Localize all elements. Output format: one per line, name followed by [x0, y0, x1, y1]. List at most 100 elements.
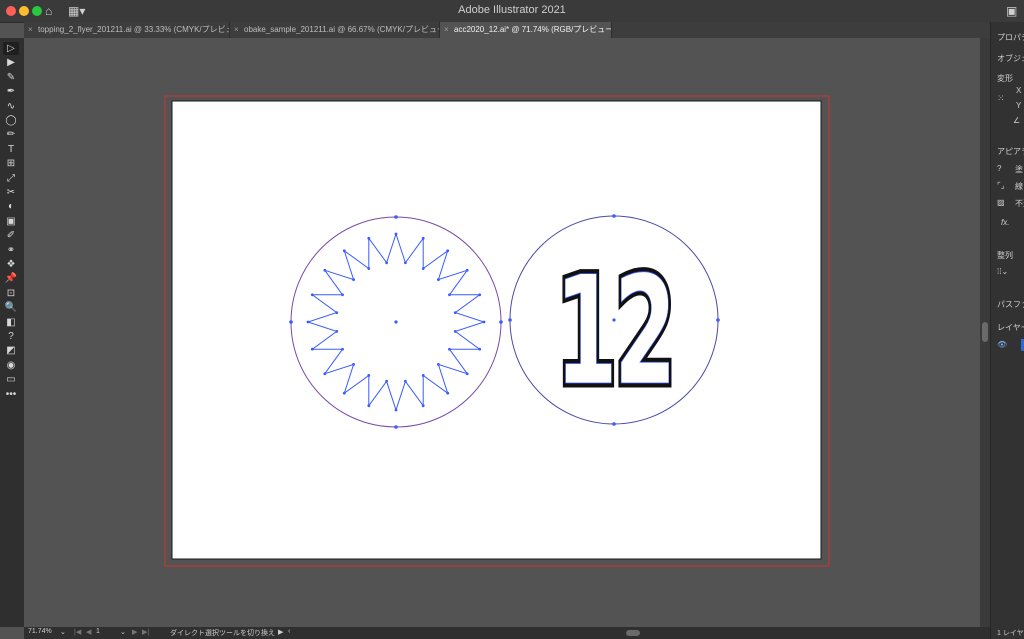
- anchor-point: [394, 232, 398, 236]
- magic-wand-tool[interactable]: ✎: [3, 71, 19, 84]
- opacity-icon[interactable]: ▨: [997, 198, 1005, 207]
- type-tool[interactable]: T: [3, 143, 19, 156]
- zoom-tool[interactable]: 🔍: [3, 301, 19, 314]
- anchor-point: [482, 320, 486, 324]
- blend-tool[interactable]: ⚭: [3, 244, 19, 257]
- draw-mode[interactable]: ◉: [3, 359, 19, 372]
- arrange-documents-icon[interactable]: ▣: [1006, 4, 1017, 18]
- reference-point-icon[interactable]: ⁙: [997, 93, 1005, 104]
- anchor-point: [394, 215, 398, 219]
- vertical-scroll-thumb[interactable]: [982, 322, 988, 342]
- anchor-point: [421, 374, 425, 377]
- status-scroll-left-icon[interactable]: ‹: [288, 628, 290, 635]
- layer-visibility-eye-icon[interactable]: 👁: [997, 340, 1007, 349]
- anchor-point: [323, 268, 327, 272]
- anchor-point: [335, 329, 339, 333]
- next-artboard-icon[interactable]: ▶: [132, 628, 137, 636]
- transform-label: 変形: [997, 74, 1013, 83]
- more-tools[interactable]: •••: [3, 388, 19, 401]
- tab-obake-sample[interactable]: × obake_sample_201211.ai @ 66.67% (CMYK/…: [230, 22, 440, 38]
- anchor-point: [403, 379, 407, 383]
- anchor-point: [342, 391, 346, 395]
- pathfinder-label: パスファ: [997, 300, 1024, 309]
- question-tool[interactable]: ?: [3, 330, 19, 343]
- anchor-point: [465, 268, 469, 272]
- first-artboard-icon[interactable]: |◀: [74, 628, 81, 636]
- anchor-point: [367, 267, 371, 270]
- symbol-sprayer-tool[interactable]: ❖: [3, 258, 19, 271]
- panel-header[interactable]: プロパティ: [997, 32, 1024, 43]
- app-title: Adobe Illustrator 2021: [458, 4, 566, 16]
- pin-tool[interactable]: 📌: [3, 272, 19, 285]
- opacity-label: 不透: [1015, 199, 1024, 208]
- tab-label: topping_2_flyer_201211.ai @ 33.33% (CMYK…: [38, 25, 230, 34]
- anchor-point: [310, 293, 314, 297]
- question-icon[interactable]: ?: [997, 164, 1001, 173]
- layer-count: 1 レイヤ: [997, 630, 1024, 637]
- artboard-tool[interactable]: ⊡: [3, 287, 19, 300]
- anchor-point: [716, 318, 720, 322]
- status-menu-icon[interactable]: ▶: [278, 628, 283, 636]
- anchor-point: [421, 236, 425, 240]
- anchor-point: [446, 249, 450, 253]
- anchor-point: [465, 372, 469, 376]
- zoom-dropdown-icon[interactable]: ⌄: [60, 628, 66, 636]
- title-bar: ⌂ ▦▾ Adobe Illustrator 2021 ▣: [0, 0, 1024, 23]
- tab-label: acc2020_12.ai* @ 71.74% (RGB/プレビュー): [454, 25, 612, 34]
- anchor-point: [367, 236, 371, 240]
- stroke-label: 線: [1015, 182, 1023, 191]
- anchor-point: [306, 320, 310, 324]
- tab-topping-flyer[interactable]: × topping_2_flyer_201211.ai @ 33.33% (CM…: [24, 22, 230, 38]
- tab-label: obake_sample_201211.ai @ 66.67% (CMYK/プレ…: [244, 25, 440, 34]
- selection-tool[interactable]: ▷: [3, 42, 19, 55]
- stroke-swatch-icon[interactable]: ⌜⌟: [997, 181, 1005, 190]
- paintbrush-tool[interactable]: ✏: [3, 128, 19, 141]
- shape-builder-tool[interactable]: ◐: [3, 200, 19, 213]
- scissors-tool[interactable]: ✂: [3, 186, 19, 199]
- anchor-point: [394, 408, 398, 412]
- anchor-point: [342, 249, 346, 253]
- scale-tool[interactable]: ⤢: [3, 172, 19, 185]
- color-mode[interactable]: ◩: [3, 344, 19, 357]
- tab-close-icon[interactable]: ×: [444, 22, 449, 38]
- anchor-point: [612, 422, 616, 426]
- anchor-point: [508, 318, 512, 322]
- ellipse-tool[interactable]: ◯: [3, 114, 19, 127]
- tab-acc2020-12[interactable]: × acc2020_12.ai* @ 71.74% (RGB/プレビュー): [440, 22, 612, 38]
- curvature-tool[interactable]: ∿: [3, 100, 19, 113]
- zoom-level[interactable]: 71.74%: [28, 628, 52, 635]
- appearance-label: アピアラ: [997, 147, 1024, 156]
- align-options-icon[interactable]: ⁞⁞⌄: [997, 267, 1008, 276]
- artboard-dropdown-icon[interactable]: ⌄: [120, 628, 126, 636]
- screen-mode[interactable]: ▭: [3, 373, 19, 386]
- anchor-point: [446, 391, 450, 395]
- anchor-point: [437, 278, 440, 281]
- eyedropper-tool[interactable]: ✐: [3, 229, 19, 242]
- canvas-area[interactable]: 12 12: [24, 38, 980, 627]
- angle-icon: ∠: [1013, 116, 1021, 125]
- anchor-point: [352, 363, 355, 366]
- anchor-point: [448, 347, 451, 351]
- anchor-point: [478, 347, 482, 351]
- anchor-point: [341, 293, 344, 297]
- anchor-point: [499, 320, 503, 324]
- anchor-point: [394, 425, 398, 429]
- horizontal-scroll-thumb[interactable]: [626, 630, 640, 636]
- fx-icon[interactable]: fx.: [1001, 218, 1009, 227]
- direct-selection-tool[interactable]: ▶: [3, 56, 19, 69]
- artboard-number[interactable]: 1: [96, 628, 100, 635]
- x-label: X: [1016, 86, 1022, 95]
- gradient-tool[interactable]: ▣: [3, 215, 19, 228]
- pen-tool[interactable]: ✒: [3, 85, 19, 98]
- last-artboard-icon[interactable]: ▶|: [142, 628, 149, 636]
- artboard[interactable]: [171, 100, 822, 560]
- anchor-point: [421, 267, 425, 270]
- tab-close-icon[interactable]: ×: [234, 22, 239, 38]
- previous-artboard-icon[interactable]: ◀: [86, 628, 91, 636]
- anchor-point: [421, 404, 425, 408]
- fill-stroke-swatch[interactable]: ◧: [3, 316, 19, 329]
- layers-label: レイヤー: [997, 323, 1024, 332]
- anchor-point: [403, 261, 407, 265]
- touch-type-tool[interactable]: ⊞: [3, 157, 19, 170]
- tab-close-icon[interactable]: ×: [28, 22, 33, 38]
